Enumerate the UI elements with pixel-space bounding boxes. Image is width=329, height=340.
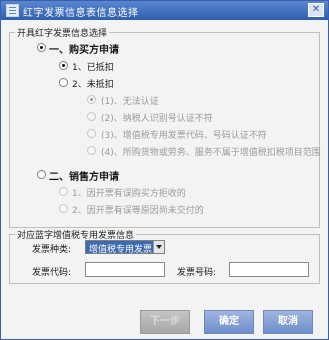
seller-application-label: 二、销售方申请 <box>49 172 119 183</box>
reason-2-label: (2)、纳税人识别号认证不符 <box>101 114 213 124</box>
next-step-button[interactable]: 下一步 <box>140 310 190 334</box>
radio-reason-4[interactable] <box>87 146 96 155</box>
window-title: 红字发票信息表信息选择 <box>23 8 139 19</box>
radio-seller-option-1[interactable] <box>59 187 68 196</box>
title-bar[interactable]: 红字发票信息表信息选择 ✕ <box>1 1 328 20</box>
not-deducted-label: 2、未抵扣 <box>72 80 114 90</box>
invoice-code-label: 发票代码: <box>32 268 72 278</box>
invoice-code-input[interactable] <box>85 262 165 277</box>
cancel-button[interactable]: 取消 <box>263 310 313 334</box>
group-legend-selection: 开具红字发票信息选择 <box>15 26 110 39</box>
buyer-application-label: 一、购买方申请 <box>49 45 119 56</box>
radio-reason-3[interactable] <box>87 129 96 138</box>
app-icon <box>6 4 19 17</box>
radio-reason-1[interactable] <box>87 95 96 104</box>
invoice-type-label: 发票种类: <box>32 245 72 255</box>
reason-3-label: (3)、增值税专用发票代码、号码认证不符 <box>101 131 267 141</box>
radio-not-deducted[interactable] <box>59 78 68 87</box>
seller-option-2-label: 2、因开票有误等原因尚未交付的 <box>72 206 204 216</box>
radio-deducted[interactable] <box>59 61 68 70</box>
invoice-type-value: 增值税专用发票 <box>89 245 153 255</box>
close-button[interactable]: ✕ <box>308 3 324 17</box>
seller-option-1-label: 1、因开票有误购买方拒收的 <box>72 189 186 199</box>
radio-reason-2[interactable] <box>87 112 96 121</box>
chevron-down-icon[interactable] <box>153 241 164 253</box>
radio-seller-application[interactable] <box>37 170 46 179</box>
invoice-type-select[interactable]: 增值税专用发票 <box>85 240 165 255</box>
invoice-number-input[interactable] <box>229 262 309 277</box>
reason-1-label: (1)、无法认证 <box>101 97 159 107</box>
invoice-number-label: 发票号码: <box>177 268 217 278</box>
ok-button[interactable]: 确定 <box>204 310 254 334</box>
reason-4-label: (4)、所购货物或劳务、服务不属于增值税扣税项目范围 <box>101 148 321 158</box>
dialog-window: 红字发票信息表信息选择 ✕ 开具红字发票信息选择 一、购买方申请 1、已抵扣 2… <box>0 0 329 340</box>
deducted-label: 1、已抵扣 <box>72 63 114 73</box>
radio-buyer-application[interactable] <box>37 43 46 52</box>
radio-seller-option-2[interactable] <box>59 204 68 213</box>
